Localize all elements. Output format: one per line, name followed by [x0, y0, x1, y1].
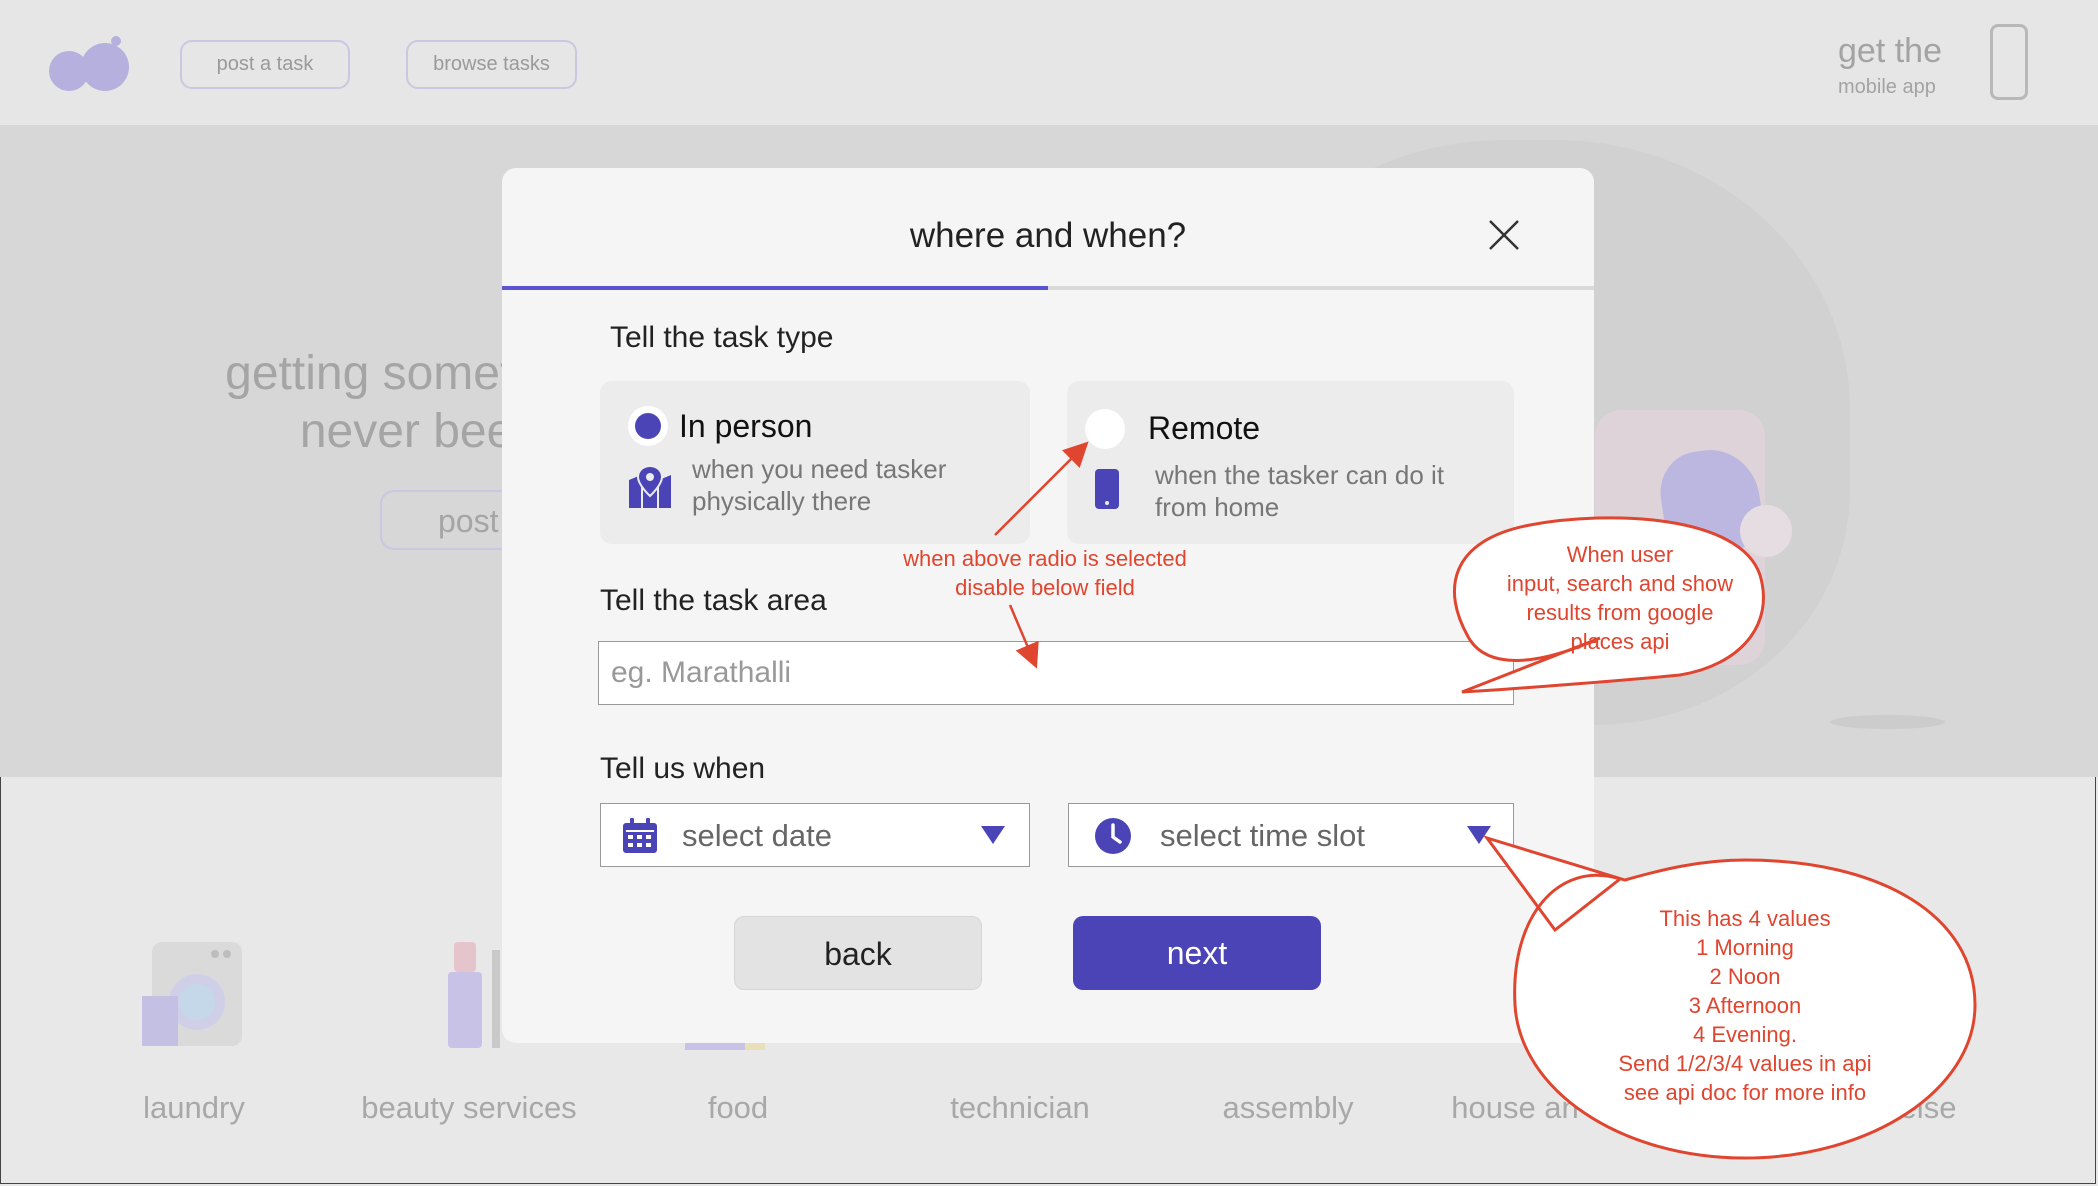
- annotation-radio-note: when above radio is selected disable bel…: [880, 544, 1210, 602]
- post-task-button[interactable]: post a task: [180, 40, 350, 89]
- step-progress-bar: [502, 286, 1594, 290]
- option-in-person-desc-line1: when you need tasker: [692, 454, 947, 484]
- app-logo[interactable]: [48, 34, 133, 94]
- annotation-places-line1: When user: [1566, 542, 1674, 567]
- get-app-line2: mobile app: [1838, 76, 1936, 98]
- get-app-line1: get the: [1838, 32, 1942, 70]
- hero-headline-line2: never been: [299, 405, 540, 458]
- select-date-label: select date: [682, 818, 832, 853]
- where-when-modal: where and when? Tell the task type In pe…: [502, 168, 1594, 1043]
- select-time-slot-dropdown[interactable]: select time slot: [1068, 803, 1514, 867]
- annotation-radio-line2: disable below field: [955, 575, 1135, 600]
- browse-tasks-button[interactable]: browse tasks: [406, 40, 577, 89]
- option-remote-desc: when the tasker can do it from home: [1155, 459, 1444, 523]
- annotation-time-line6: Send 1/2/3/4 values in api: [1618, 1051, 1872, 1076]
- annotation-time-line7: see api doc for more info: [1623, 1080, 1867, 1105]
- category-technician[interactable]: technician: [950, 1090, 1090, 1126]
- option-in-person-desc: when you need tasker physically there: [692, 453, 946, 517]
- next-button[interactable]: next: [1073, 916, 1321, 990]
- option-in-person-title: In person: [679, 408, 813, 444]
- annotation-places-note: When user input, search and show results…: [1470, 540, 1770, 656]
- annotation-radio-line1: when above radio is selected: [903, 546, 1187, 571]
- option-remote-title: Remote: [1148, 410, 1261, 446]
- select-date-dropdown[interactable]: select date: [600, 803, 1030, 867]
- category-house[interactable]: house an: [1451, 1090, 1579, 1126]
- when-label: Tell us when: [600, 752, 766, 785]
- category-food[interactable]: food: [708, 1090, 768, 1126]
- radio-in-person[interactable]: [628, 406, 668, 446]
- get-mobile-app-link[interactable]: get the mobile app: [1838, 20, 2028, 110]
- option-remote-desc-line1: when the tasker can do it: [1155, 460, 1445, 490]
- option-in-person-desc-line2: physically there: [692, 486, 872, 516]
- clock-icon: [1095, 818, 1131, 854]
- hero-headline: getting someth never been: [160, 345, 540, 461]
- category-beauty-services[interactable]: beauty services: [361, 1090, 576, 1126]
- map-marker-icon: [629, 464, 671, 508]
- chevron-down-icon: [1467, 826, 1491, 844]
- annotation-time-line1: This has 4 values: [1659, 906, 1831, 931]
- task-type-label: Tell the task type: [610, 321, 834, 354]
- washing-machine-icon: [142, 942, 242, 1046]
- illustration-shadow: [1830, 715, 1945, 729]
- close-icon[interactable]: [1487, 218, 1521, 252]
- lipstick-icon: [448, 942, 500, 1048]
- task-area-label: Tell the task area: [600, 584, 827, 617]
- annotation-time-note: This has 4 values 1 Morning 2 Noon 3 Aft…: [1580, 904, 1910, 1107]
- annotation-places-line3: results from google: [1526, 600, 1714, 625]
- option-in-person[interactable]: In person when you need tasker physicall…: [600, 381, 1030, 544]
- category-laundry[interactable]: laundry: [143, 1090, 245, 1126]
- annotation-time-line3: 2 Noon: [1709, 964, 1781, 989]
- option-remote[interactable]: Remote when the tasker can do it from ho…: [1067, 381, 1514, 544]
- task-area-input[interactable]: [598, 641, 1514, 705]
- back-button[interactable]: back: [734, 916, 982, 990]
- category-assembly[interactable]: assembly: [1223, 1090, 1354, 1126]
- hero-headline-line1: getting someth: [225, 347, 540, 400]
- option-remote-desc-line2: from home: [1155, 492, 1280, 522]
- annotation-time-line5: 4 Evening.: [1693, 1022, 1797, 1047]
- chevron-down-icon: [981, 826, 1005, 844]
- step-progress-fill: [502, 286, 1048, 290]
- annotation-places-line2: input, search and show: [1506, 571, 1734, 596]
- select-time-slot-label: select time slot: [1160, 818, 1366, 853]
- annotation-time-line2: 1 Morning: [1696, 935, 1794, 960]
- phone-icon: [1095, 469, 1119, 509]
- annotation-time-line4: 3 Afternoon: [1688, 993, 1802, 1018]
- modal-title: where and when?: [909, 216, 1187, 255]
- annotation-places-line4: places api: [1570, 629, 1670, 654]
- radio-remote[interactable]: [1085, 409, 1125, 449]
- site-header: post a task browse tasks get the mobile …: [0, 0, 2098, 125]
- mobile-phone-icon: [1990, 24, 2028, 100]
- calendar-icon: [623, 818, 657, 853]
